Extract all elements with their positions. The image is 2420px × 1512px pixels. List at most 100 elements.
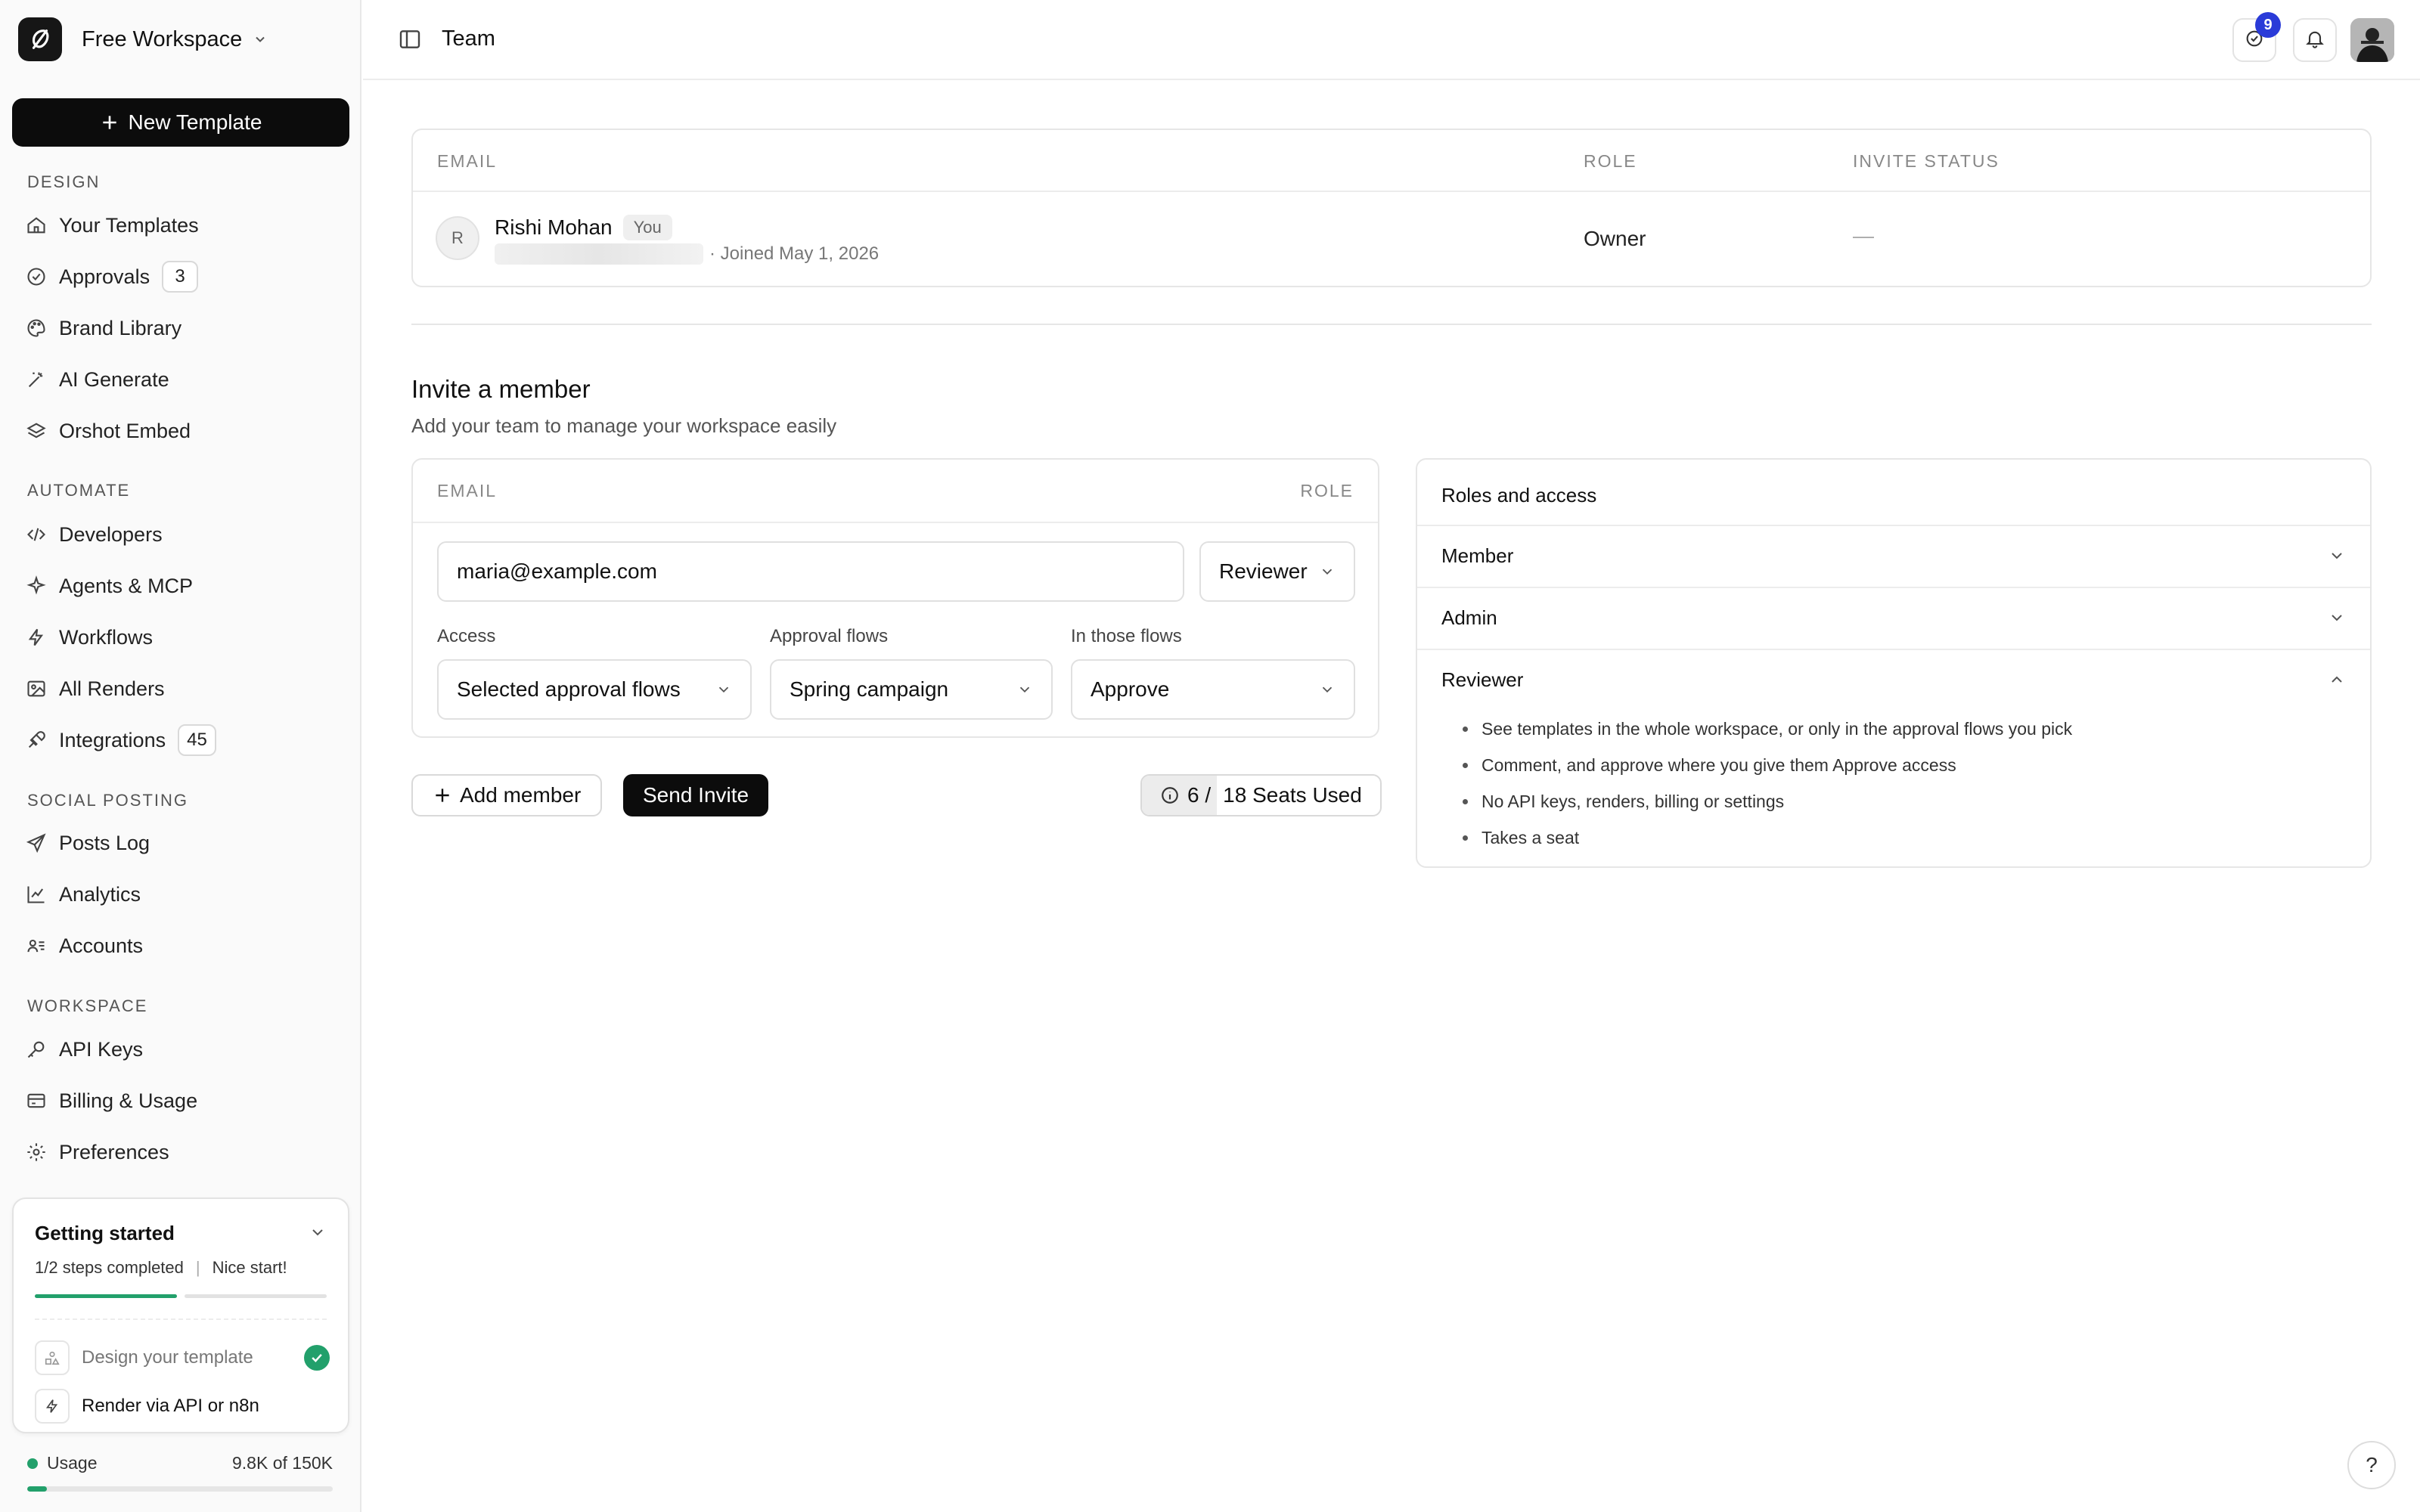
help-button[interactable]: ? [2347,1441,2396,1489]
sidebar-item-label: Posts Log [59,831,150,854]
column-header-role: ROLE [1584,151,1637,171]
sidebar-item-workflows[interactable]: Workflows [24,618,153,656]
send-invite-button[interactable]: Send Invite [623,774,769,816]
sidebar-item-all-renders[interactable]: All Renders [24,670,165,708]
chevron-down-icon [1319,563,1336,580]
sidebar-item-brand-library[interactable]: Brand Library [24,309,182,347]
role-name: Reviewer [1441,668,1524,691]
plug-icon [24,728,48,752]
sidebar-toggle-icon[interactable] [396,26,424,53]
sidebar-item-label: Agents & MCP [59,574,194,597]
sidebar-item-preferences[interactable]: Preferences [24,1133,169,1171]
sidebar-item-approvals[interactable]: Approvals 3 [24,258,199,296]
new-template-label: New Template [128,110,262,134]
access-select[interactable]: Selected approval flows [437,659,752,720]
plus-icon [100,113,119,132]
sparkle-icon [24,574,48,598]
new-template-button[interactable]: New Template [12,98,349,147]
flow-permission-select[interactable]: Approve [1071,659,1355,720]
member-avatar: R [436,216,479,260]
approvals-button[interactable]: 9 [2232,12,2281,62]
usage-label: Usage [47,1453,98,1473]
joined-date: · Joined May 1, 2026 [709,243,880,264]
sidebar-item-label: Approvals [59,265,150,288]
section-label-design: DESIGN [27,172,101,191]
team-members-table: EMAIL ROLE INVITE STATUS R Rishi Mohan Y… [411,129,2372,287]
steps-completed: 1/2 steps completed [35,1258,184,1277]
role-accordion-admin[interactable]: Admin [1417,587,2370,647]
user-avatar[interactable] [2350,18,2394,62]
chevron-down-icon [1016,681,1033,698]
role-accordion-reviewer[interactable]: Reviewer [1417,649,2370,709]
getting-started-progress-bar [35,1294,327,1298]
approvals-count-badge: 3 [162,261,199,293]
column-header-email: EMAIL [437,481,498,500]
send-invite-label: Send Invite [643,783,749,807]
sidebar-item-billing-usage[interactable]: Billing & Usage [24,1082,197,1120]
access-select-value: Selected approval flows [457,677,681,701]
bolt-icon [35,1389,70,1424]
sidebar-item-integrations[interactable]: Integrations 45 [24,721,216,759]
sidebar-item-label: Billing & Usage [59,1089,198,1112]
getting-started-title: Getting started [35,1222,175,1244]
sidebar-item-posts-log[interactable]: Posts Log [24,824,150,862]
column-header-role: ROLE [1300,481,1354,500]
sidebar-item-label: Developers [59,522,163,546]
sidebar-item-developers[interactable]: Developers [24,516,163,553]
sidebar-item-orshot-embed[interactable]: Orshot Embed [24,412,191,450]
usage-value: 9.8K of 150K [232,1453,333,1473]
redacted-email [495,243,703,265]
step-design-template[interactable]: Design your template [35,1340,330,1376]
section-divider [411,324,2372,325]
info-icon [1160,785,1180,805]
sidebar-item-your-templates[interactable]: Your Templates [24,206,199,244]
seats-used-segment: 6 / [1142,776,1218,815]
palette-icon [24,316,48,340]
sidebar-item-ai-generate[interactable]: AI Generate [24,361,169,398]
sidebar-item-label: Brand Library [59,316,182,339]
list-item: See templates in the whole workspace, or… [1463,711,2072,747]
chevron-down-icon [715,681,732,698]
sidebar-item-agents-mcp[interactable]: Agents & MCP [24,567,193,605]
getting-started-progress-text: 1/2 steps completed | Nice start! [35,1258,287,1278]
sidebar-item-analytics[interactable]: Analytics [24,875,141,913]
approval-flows-select[interactable]: Spring campaign [770,659,1053,720]
usage-bar [27,1486,333,1492]
role-accordion-member[interactable]: Member [1417,525,2370,585]
send-icon [24,831,48,855]
sidebar-item-label: All Renders [59,677,165,700]
reviewer-permissions-list: See templates in the whole workspace, or… [1463,711,2072,856]
status-dot [27,1458,38,1469]
chevron-down-icon[interactable] [309,1223,327,1245]
step-render-api[interactable]: Render via API or n8n [35,1388,330,1424]
invite-title: Invite a member [411,375,591,403]
sidebar-item-label: API Keys [59,1037,144,1061]
sidebar-item-accounts[interactable]: Accounts [24,927,143,965]
check-circle-icon [24,265,48,289]
gear-icon [24,1140,48,1164]
roles-and-access-panel: Roles and access Member Admin Reviewer S… [1416,458,2372,868]
workspace-switcher[interactable]: Free Workspace [18,17,268,62]
divider [413,191,2370,192]
role-select[interactable]: Reviewer [1199,541,1355,602]
seats-used-count: 6 / [1187,783,1212,807]
progress-segment-pending [185,1294,327,1298]
sidebar-item-api-keys[interactable]: API Keys [24,1030,143,1068]
plus-icon [433,785,452,805]
credit-card-icon [24,1089,48,1113]
email-field[interactable]: maria@example.com [437,541,1184,602]
app-logo [18,17,62,61]
notifications-button[interactable] [2293,18,2337,62]
usage-summary: Usage 9.8K of 150K [27,1453,333,1473]
users-icon [24,934,48,958]
section-label-automate: AUTOMATE [27,481,131,500]
integrations-count-badge: 45 [178,724,216,756]
chevron-down-icon [1319,681,1336,698]
sidebar: Free Workspace New Template DESIGN Your … [0,0,361,1512]
sidebar-item-label: Workflows [59,625,154,649]
notification-count-badge: 9 [2255,12,2281,38]
invite-subtitle: Add your team to manage your workspace e… [411,414,837,437]
add-member-button[interactable]: Add member [411,774,603,816]
column-header-email: EMAIL [437,151,498,171]
usage-bar-fill [27,1486,48,1492]
